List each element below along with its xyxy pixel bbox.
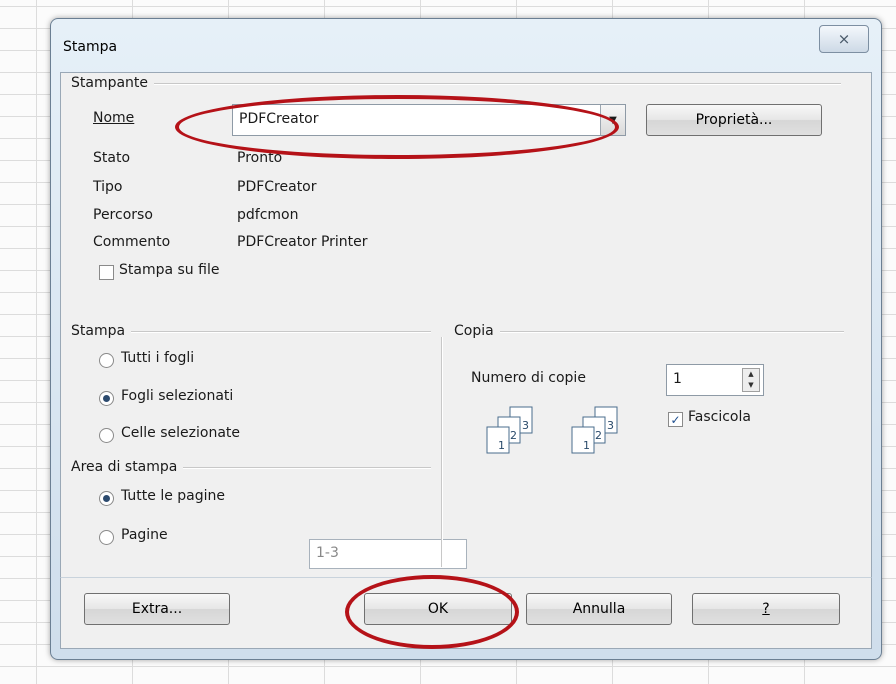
comment-label: Commento — [93, 234, 171, 250]
dialog-title: Stampa — [63, 39, 118, 55]
copies-group-line — [454, 331, 844, 333]
status-label: Stato — [93, 150, 131, 166]
radio-selected-cells[interactable] — [99, 428, 114, 443]
printer-name-select[interactable]: PDFCreator ▼ — [232, 104, 626, 136]
print-to-file-label: Stampa su file — [119, 262, 220, 278]
help-button-label: ? — [762, 601, 770, 617]
type-label: Tipo — [93, 179, 123, 195]
copies-count-spinner[interactable]: 1 ▲ ▼ — [666, 364, 764, 396]
properties-button-label: Proprietà... — [695, 112, 773, 128]
close-icon: ⨯ — [837, 30, 851, 48]
copies-count-value: 1 — [673, 371, 682, 387]
extra-button-label: Extra... — [131, 601, 183, 617]
properties-button[interactable]: Proprietà... — [646, 104, 822, 136]
type-value: PDFCreator — [237, 179, 317, 195]
print-to-file-checkbox[interactable] — [99, 265, 114, 280]
radio-all-sheets[interactable] — [99, 353, 114, 368]
icon-digit-2: 2 — [510, 429, 517, 442]
printer-group-label: Stampante — [71, 75, 155, 91]
printer-name-value: PDFCreator — [239, 111, 319, 127]
pages-input[interactable]: 1-3 — [309, 539, 467, 569]
ok-button-label: OK — [427, 601, 449, 617]
extra-button[interactable]: Extra... — [84, 593, 230, 625]
button-bar: Extra... OK Annulla ? — [60, 577, 872, 649]
radio-selected-sheets[interactable] — [99, 391, 114, 406]
printer-group-line — [71, 83, 841, 85]
icon-digit-3: 3 — [522, 419, 529, 432]
radio-all-sheets-label: Tutti i fogli — [121, 350, 195, 366]
copies-group-label: Copia — [454, 323, 500, 339]
status-value: Pronto — [237, 150, 283, 166]
dropdown-arrow-icon[interactable]: ▼ — [600, 105, 625, 135]
icon-digit-1b: 1 — [583, 439, 590, 452]
radio-pages-label: Pagine — [121, 527, 168, 543]
print-range-group-label: Stampa — [71, 323, 132, 339]
radio-all-pages-label: Tutte le pagine — [121, 488, 226, 504]
help-button[interactable]: ? — [692, 593, 840, 625]
ok-button[interactable]: OK — [364, 593, 512, 625]
cancel-button-label: Annulla — [572, 601, 626, 617]
print-area-group-label: Area di stampa — [71, 459, 184, 475]
radio-pages[interactable] — [99, 530, 114, 545]
print-dialog: Stampa ⨯ Stampante Nome PDFCreator ▼ Pro… — [50, 18, 882, 660]
collate-checkbox[interactable]: ✓ — [668, 412, 683, 427]
pages-input-value: 1-3 — [316, 545, 339, 561]
uncollated-copies-icon: 3 2 1 — [571, 406, 618, 454]
comment-value: PDFCreator Printer — [237, 234, 368, 250]
spin-arrows[interactable]: ▲ ▼ — [742, 368, 760, 392]
title-bar: Stampa ⨯ — [51, 19, 881, 73]
dialog-body: Stampante Nome PDFCreator ▼ Proprietà...… — [60, 72, 872, 579]
copies-count-label: Numero di copie — [471, 370, 586, 386]
icon-digit-1: 1 — [498, 439, 505, 452]
radio-all-pages[interactable] — [99, 491, 114, 506]
spin-down-icon[interactable]: ▼ — [743, 380, 759, 391]
icon-digit-2b: 2 — [595, 429, 602, 442]
cancel-button[interactable]: Annulla — [526, 593, 672, 625]
radio-selected-cells-label: Celle selezionate — [121, 425, 240, 441]
path-value: pdfcmon — [237, 207, 299, 223]
group-separator — [441, 337, 443, 567]
close-button[interactable]: ⨯ — [819, 25, 869, 53]
path-label: Percorso — [93, 207, 153, 223]
spin-up-icon[interactable]: ▲ — [743, 369, 759, 380]
collated-copies-icon: 3 2 1 — [486, 406, 533, 454]
icon-digit-3b: 3 — [607, 419, 614, 432]
collate-label: Fascicola — [688, 409, 751, 425]
printer-name-label: Nome — [93, 110, 135, 126]
radio-selected-sheets-label: Fogli selezionati — [121, 388, 234, 404]
